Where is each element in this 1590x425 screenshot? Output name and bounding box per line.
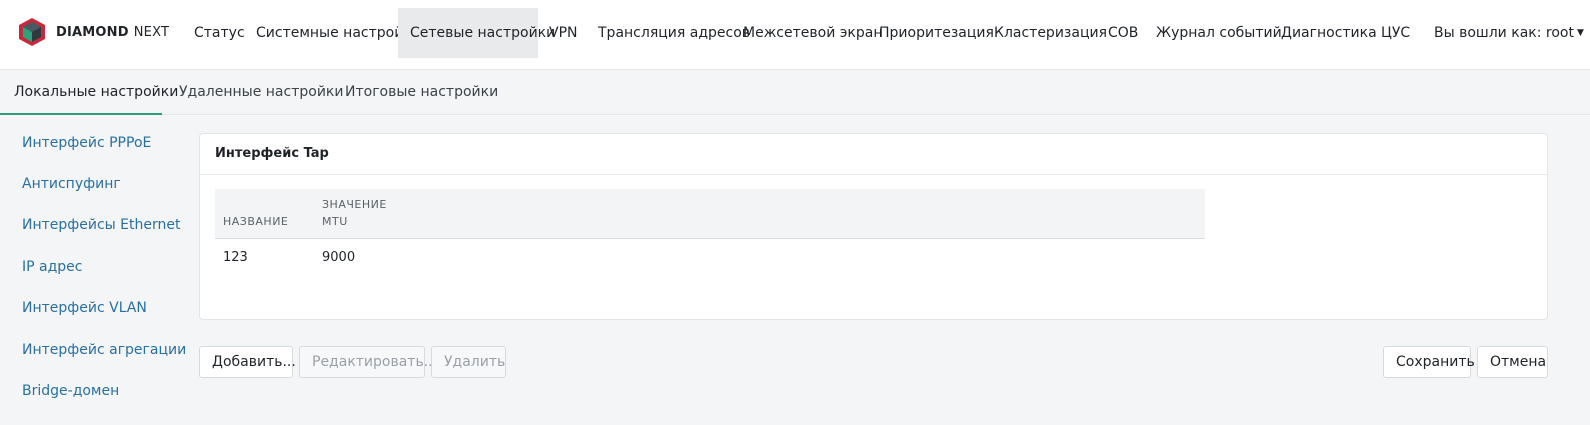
column-header-mtu: MTU xyxy=(322,215,348,228)
nav-item-diagnostics[interactable]: Диагностика xyxy=(1281,8,1377,58)
panel-title: Интерфейс Tap xyxy=(215,146,329,161)
edit-button[interactable]: Редактировать... xyxy=(299,346,437,378)
top-navigation-bar: DIAMOND NEXT Статус Системные настройки С… xyxy=(0,0,1590,70)
nav-item-status[interactable]: Статус xyxy=(194,8,245,58)
brand-name: DIAMOND xyxy=(56,24,129,40)
nav-item-system-settings[interactable]: Системные настройки xyxy=(256,8,421,58)
nav-item-vpn[interactable]: VPN xyxy=(549,8,578,58)
brand-suffix: NEXT xyxy=(133,24,170,40)
diamond-logo-icon xyxy=(17,17,47,47)
cell-name: 123 xyxy=(223,250,248,265)
sidebar-item-antispoofing[interactable]: Антиспуфинг xyxy=(22,176,121,192)
sidebar-item-vlan[interactable]: Интерфейс VLAN xyxy=(22,300,147,316)
tab-local-settings[interactable]: Локальные настройки xyxy=(0,70,178,115)
divider xyxy=(200,174,1547,175)
nav-item-ids[interactable]: СОВ xyxy=(1108,8,1138,58)
sidebar-item-aggregation[interactable]: Интерфейс агрегации xyxy=(22,342,186,358)
table-header: НАЗВАНИЕ ЗНАЧЕНИЕ MTU xyxy=(215,189,1205,239)
nav-item-clustering[interactable]: Кластеризация xyxy=(994,8,1107,58)
add-button[interactable]: Добавить... xyxy=(199,346,296,378)
sidebar-item-ip-address[interactable]: IP адрес xyxy=(22,259,82,275)
save-button[interactable]: Сохранить xyxy=(1383,346,1475,378)
nav-item-prioritization[interactable]: Приоритезация xyxy=(879,8,994,58)
tap-interface-panel: Интерфейс Tap НАЗВАНИЕ ЗНАЧЕНИЕ MTU 123 … xyxy=(199,133,1548,320)
nav-item-event-log[interactable]: Журнал событий xyxy=(1156,8,1282,58)
sidebar-item-pppoe[interactable]: Интерфейс PPPoE xyxy=(22,135,151,151)
user-label: Вы вошли как: root xyxy=(1434,25,1574,41)
nav-item-nat[interactable]: Трансляция адресов xyxy=(598,8,750,58)
settings-subtabs: Локальные настройки Удаленные настройки … xyxy=(0,70,1590,115)
nav-item-cms[interactable]: ЦУС xyxy=(1381,8,1410,58)
cell-mtu: 9000 xyxy=(322,250,356,265)
nav-item-network-settings[interactable]: Сетевые настройки xyxy=(398,8,555,58)
user-menu[interactable]: Вы вошли как: root ▼ xyxy=(1434,8,1584,58)
nav-item-firewall[interactable]: Межсетевой экран xyxy=(743,8,883,58)
sidebar-item-ethernet[interactable]: Интерфейсы Ethernet xyxy=(22,217,180,233)
cancel-button[interactable]: Отмена xyxy=(1477,346,1548,378)
column-header-value: ЗНАЧЕНИЕ xyxy=(322,198,387,211)
tab-remote-settings[interactable]: Удаленные настройки xyxy=(179,70,343,115)
tab-summary-settings[interactable]: Итоговые настройки xyxy=(345,70,498,115)
caret-down-icon: ▼ xyxy=(1576,28,1584,38)
delete-button[interactable]: Удалить xyxy=(431,346,506,378)
column-header-name: НАЗВАНИЕ xyxy=(223,215,289,228)
sidebar-item-bridge-domain[interactable]: Bridge-домен xyxy=(22,383,119,399)
brand-logo[interactable]: DIAMOND NEXT xyxy=(17,17,169,47)
